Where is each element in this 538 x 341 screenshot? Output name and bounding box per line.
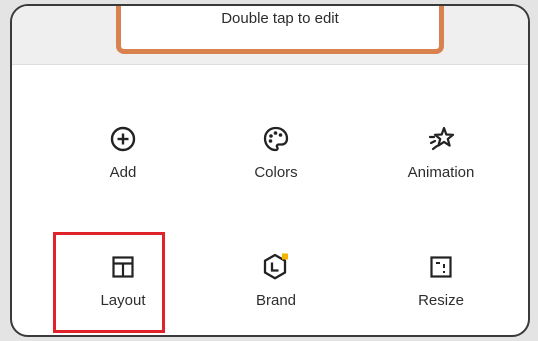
resize-icon xyxy=(426,252,456,282)
add-label: Add xyxy=(109,164,137,181)
animation-label: Animation xyxy=(407,164,475,181)
brand-button[interactable]: Brand xyxy=(211,252,341,324)
brand-label: Brand xyxy=(255,292,297,309)
app-panel: Double tap to edit Add Colors Animation … xyxy=(10,4,530,337)
add-button[interactable]: Add xyxy=(58,124,188,196)
resize-label: Resize xyxy=(418,292,464,309)
plus-circle-icon xyxy=(108,124,138,154)
resize-button[interactable]: Resize xyxy=(376,252,506,324)
layout-highlight-box xyxy=(53,232,165,333)
sparkle-star-icon xyxy=(426,124,456,154)
colors-button[interactable]: Colors xyxy=(211,124,341,196)
brand-hexagon-icon xyxy=(261,252,291,282)
text-element-card[interactable]: Double tap to edit xyxy=(116,6,444,54)
palette-icon xyxy=(261,124,291,154)
canvas-area[interactable]: Double tap to edit xyxy=(12,6,528,65)
colors-label: Colors xyxy=(254,164,298,181)
screenshot-frame: Double tap to edit Add Colors Animation … xyxy=(0,0,538,341)
animation-button[interactable]: Animation xyxy=(376,124,506,196)
edit-hint-text: Double tap to edit xyxy=(221,10,339,27)
